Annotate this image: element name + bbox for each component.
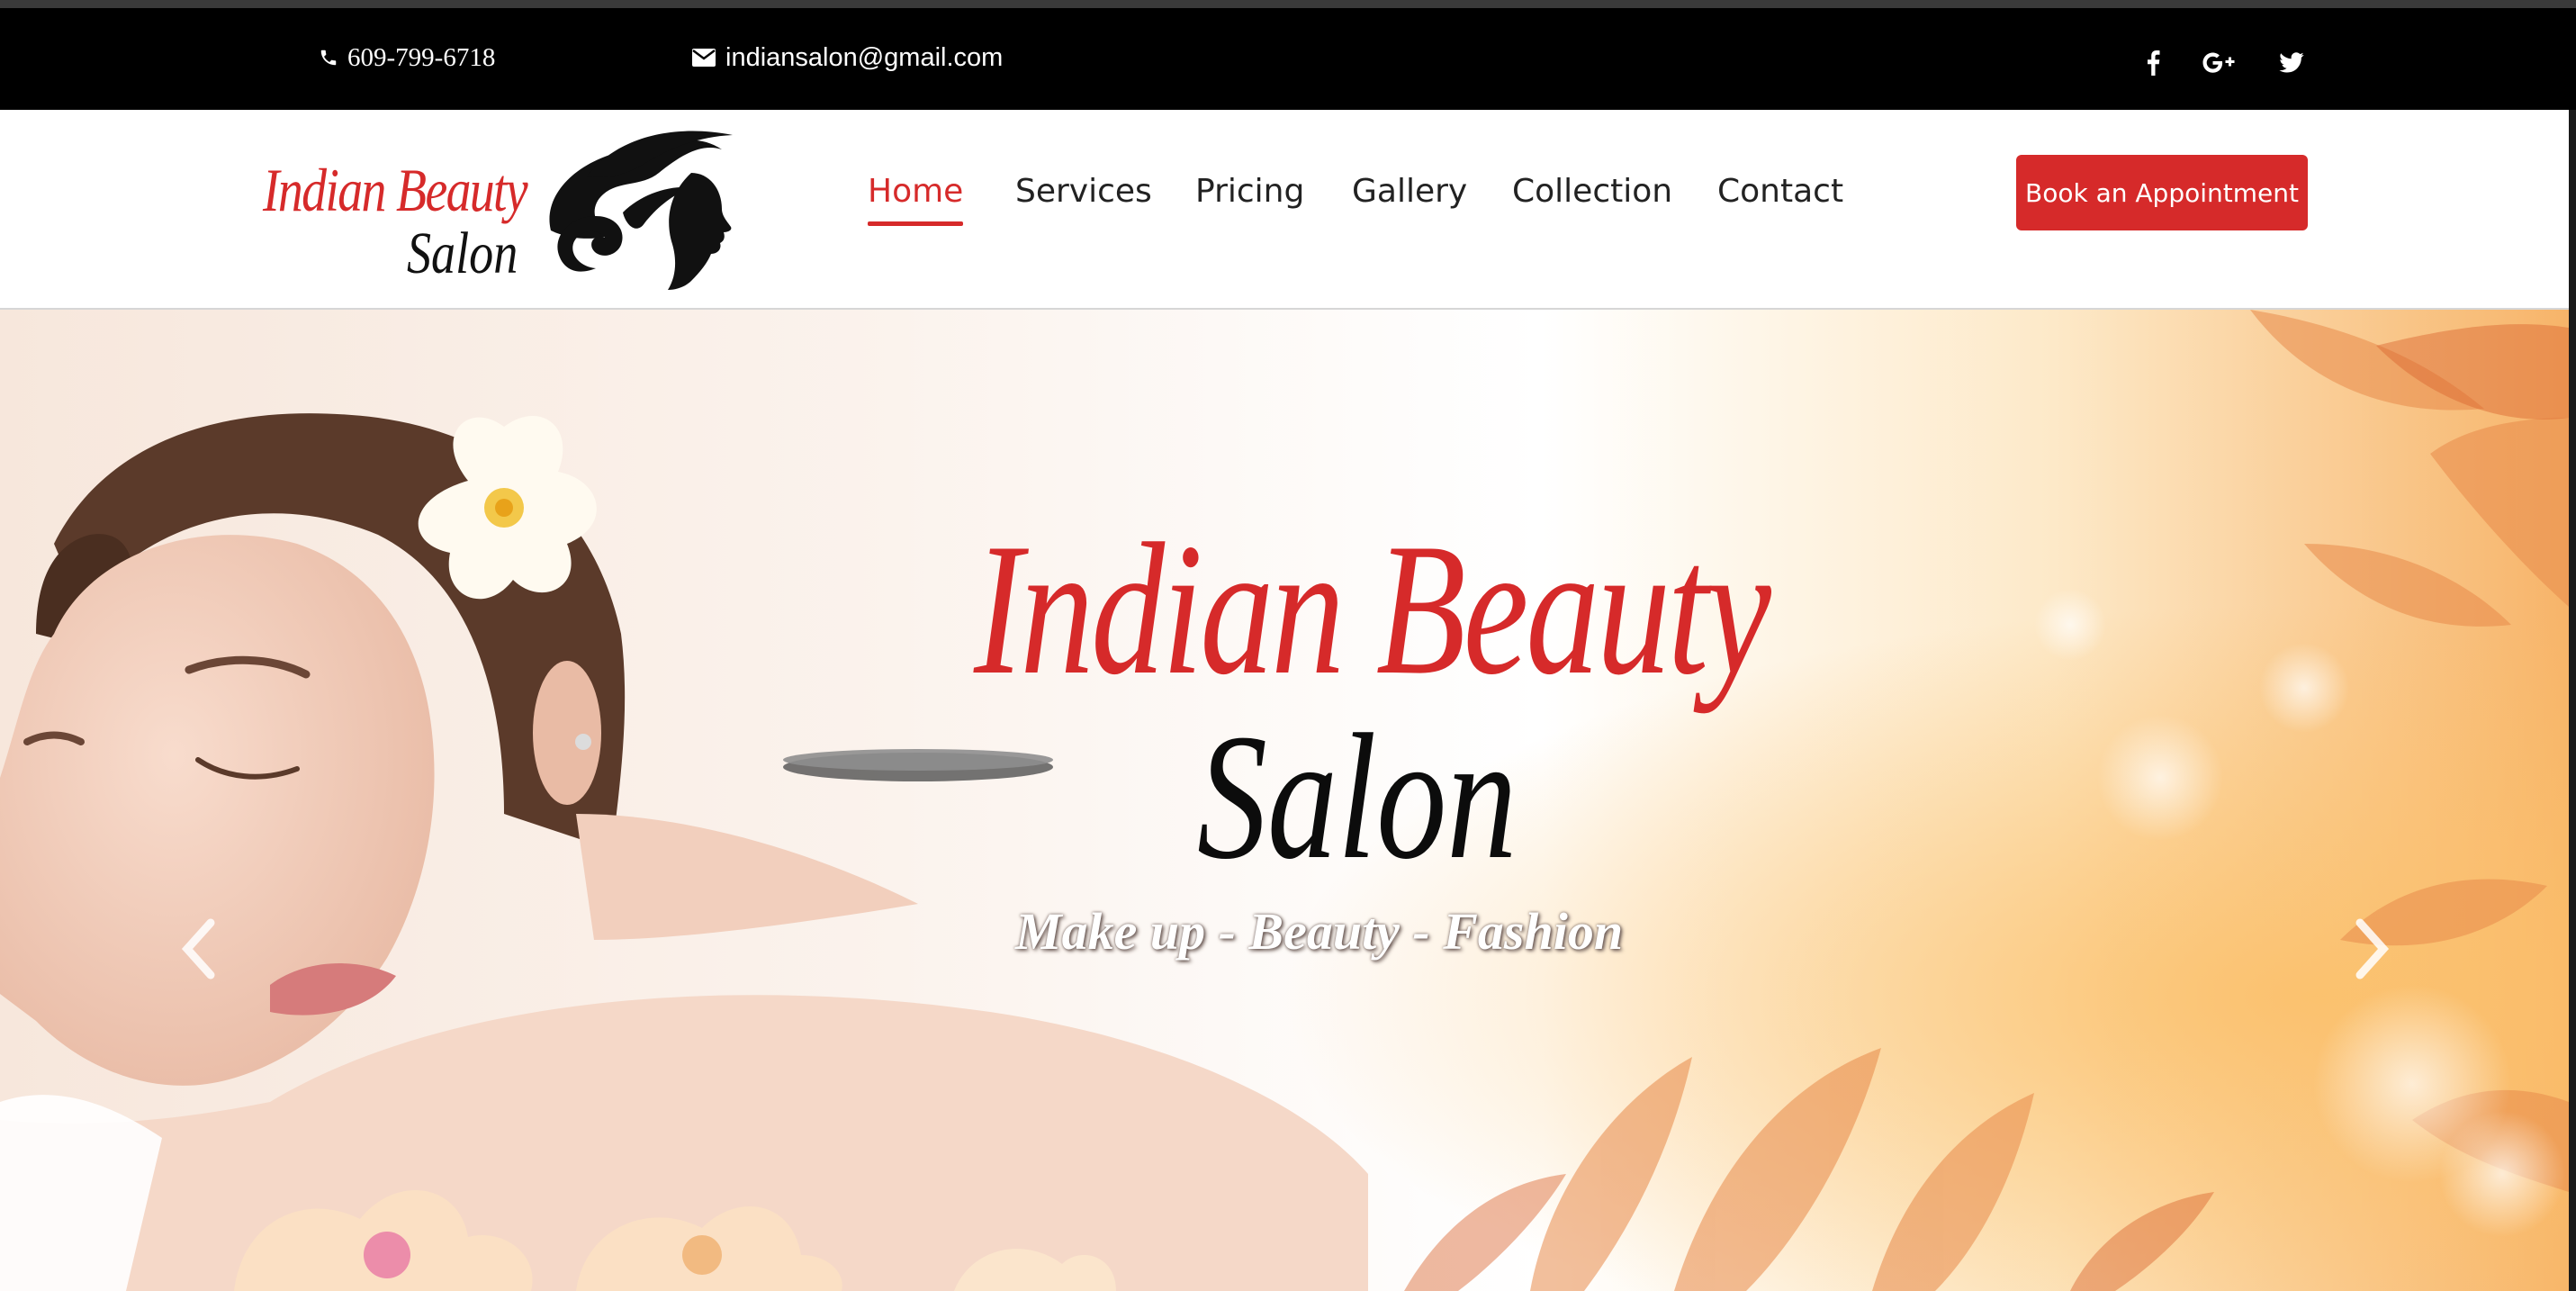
carousel-next-button[interactable]	[2340, 904, 2403, 994]
twitter-link[interactable]	[2272, 47, 2311, 83]
nav-item-collection[interactable]: Collection	[1512, 173, 1672, 210]
hero-carousel: Indian Beauty Salon Make up - Beauty - F…	[0, 310, 2569, 1291]
nav-item-label: Services	[1015, 173, 1152, 210]
nav-item-label: Contact	[1717, 173, 1844, 210]
scrollbar[interactable]	[2569, 110, 2576, 1291]
phone-icon	[319, 48, 338, 68]
nav-item-label: Pricing	[1195, 173, 1305, 210]
google-plus-link[interactable]	[2200, 47, 2239, 83]
facebook-icon	[2146, 50, 2160, 80]
nav-item-gallery[interactable]: Gallery	[1352, 173, 1467, 210]
phone-number: 609-799-6718	[347, 42, 496, 72]
chevron-right-icon	[2355, 918, 2390, 980]
site-header: Indian Beauty Salon Home Services Pricin…	[0, 110, 2576, 310]
facebook-link[interactable]	[2133, 47, 2173, 83]
page: 609-799-6718 indiansalon@gmail.com India…	[0, 0, 2576, 1291]
nav-item-label: Gallery	[1352, 173, 1468, 210]
twitter-icon	[2279, 51, 2304, 78]
window-edge	[0, 0, 2576, 8]
nav-item-pricing[interactable]: Pricing	[1195, 173, 1304, 210]
hero-title-line1: Indian Beauty	[974, 505, 1771, 714]
carousel-prev-button[interactable]	[167, 904, 230, 994]
logo-text-line2: Salon	[407, 221, 518, 286]
email-address: indiansalon@gmail.com	[725, 42, 1004, 72]
hero-title-line2: Salon	[1197, 698, 1518, 897]
nav-item-home[interactable]: Home	[868, 173, 964, 226]
woman-silhouette-icon	[549, 131, 733, 290]
nav-item-services[interactable]: Services	[1015, 173, 1152, 210]
nav-item-label: Home	[868, 173, 964, 210]
book-appointment-button[interactable]: Book an Appointment	[2016, 155, 2308, 230]
google-plus-icon	[2202, 51, 2238, 79]
chevron-left-icon	[181, 918, 215, 980]
active-indicator	[868, 221, 964, 226]
logo-text-line1: Indian Beauty	[263, 156, 528, 224]
email-link[interactable]: indiansalon@gmail.com	[691, 40, 1003, 76]
top-info-bar: 609-799-6718 indiansalon@gmail.com	[0, 0, 2576, 110]
nav-item-contact[interactable]: Contact	[1717, 173, 1843, 210]
envelope-icon	[691, 48, 716, 68]
phone-link[interactable]: 609-799-6718	[319, 40, 495, 76]
site-logo[interactable]: Indian Beauty Salon	[263, 122, 740, 293]
nav-item-label: Collection	[1512, 173, 1673, 210]
hero-tagline: Make up - Beauty - Fashion	[1015, 902, 1624, 961]
